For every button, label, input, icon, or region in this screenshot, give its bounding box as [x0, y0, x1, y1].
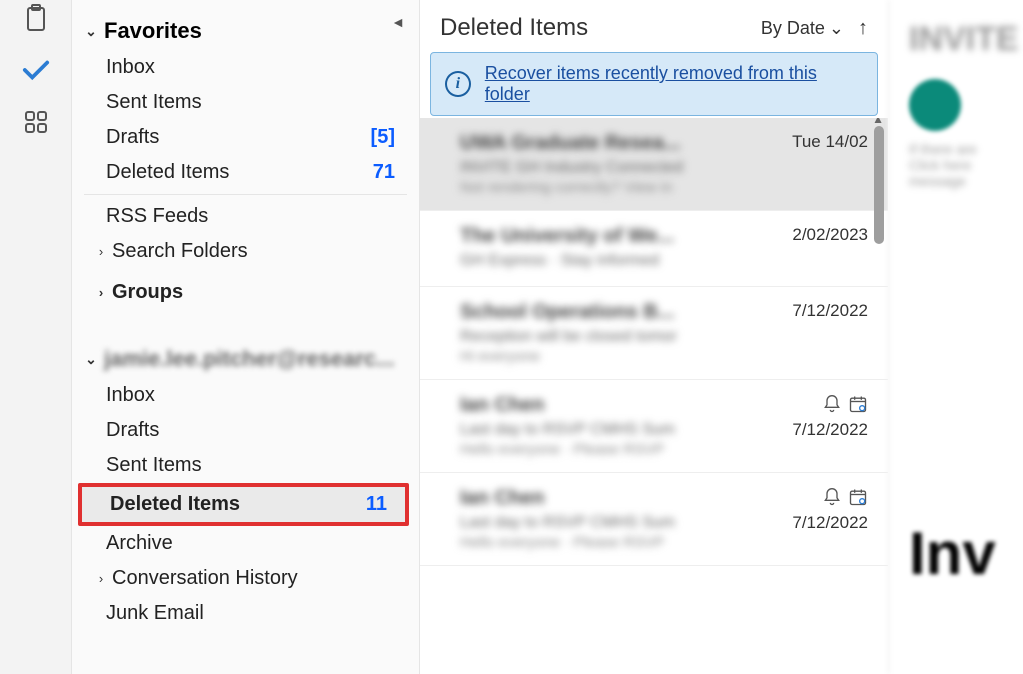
scrollbar-thumb[interactable] [874, 126, 884, 244]
chevron-right-icon: › [94, 285, 108, 300]
message-subject: Reception will be closed tomor [460, 328, 758, 346]
folder-drafts-acct[interactable]: Drafts [72, 413, 419, 448]
sort-direction-icon[interactable]: ↑ [858, 17, 868, 40]
message-subject: Last day to RSVP CMHS Sum [460, 421, 758, 439]
chevron-right-icon: › [94, 571, 108, 586]
tasks-check-icon[interactable] [22, 56, 50, 84]
folder-rss[interactable]: RSS Feeds [72, 199, 419, 234]
sort-by-date[interactable]: By Date ⌄ [761, 18, 844, 39]
account-label: jamie.lee.pitcher@researc... [104, 346, 395, 372]
message-row[interactable]: UWA Graduate Resea... INVITE GH Industry … [420, 118, 888, 211]
message-sender: Ian Chen [460, 394, 758, 417]
reading-title: INVITE G [909, 20, 1023, 59]
message-preview: Hi everyone [460, 348, 758, 365]
message-row[interactable]: The University of We... GH Express · Stay… [420, 211, 888, 287]
message-subject: GH Express · Stay informed [460, 252, 758, 270]
calendar-icon [848, 394, 868, 414]
message-list-pane: Deleted Items By Date ⌄ ↑ i Recover item… [420, 0, 888, 674]
message-preview: Hello everyone · Please RSVP [460, 534, 758, 551]
message-date: 2/02/2023 [792, 225, 868, 245]
collapse-pane-icon[interactable]: ◄ [391, 14, 405, 30]
folder-inbox-acct[interactable]: Inbox [72, 378, 419, 413]
message-subject: INVITE GH Industry Connected [460, 159, 758, 177]
account-section: ⌄ jamie.lee.pitcher@researc... Inbox Dra… [72, 340, 419, 631]
folder-sent-acct[interactable]: Sent Items [72, 448, 419, 483]
apps-grid-icon[interactable] [22, 108, 50, 136]
message-subject: Last day to RSVP CMHS Sum [460, 514, 758, 532]
message-date: Tue 14/02 [792, 132, 868, 152]
favorites-header[interactable]: ⌄ Favorites [72, 12, 419, 50]
folder-sent-items[interactable]: Sent Items [72, 85, 419, 120]
message-scroll[interactable]: ▲ UWA Graduate Resea... INVITE GH Industr… [420, 118, 888, 674]
reading-pane: INVITE G If there areClick heremessage I… [888, 0, 1023, 674]
bell-icon [822, 394, 842, 414]
folder-drafts[interactable]: Drafts [5] [72, 120, 419, 155]
favorites-section: ⌄ Favorites Inbox Sent Items Drafts [5] … [72, 12, 419, 310]
folder-conv-history[interactable]: › Conversation History [72, 561, 419, 596]
message-date: 7/12/2022 [792, 513, 868, 533]
folder-archive[interactable]: Archive [72, 526, 419, 561]
folder-search[interactable]: › Search Folders [72, 234, 419, 269]
folder-inbox[interactable]: Inbox [72, 50, 419, 85]
message-row[interactable]: Ian Chen Last day to RSVP CMHS Sum Hello e… [420, 473, 888, 566]
message-list-header: Deleted Items By Date ⌄ ↑ [420, 0, 888, 52]
favorites-label: Favorites [104, 18, 202, 44]
reading-body-title: Inv [909, 519, 1023, 588]
divider [84, 194, 407, 195]
sort-controls: By Date ⌄ ↑ [761, 17, 868, 40]
chevron-down-icon: ⌄ [84, 23, 98, 40]
folder-junk[interactable]: Junk Email [72, 596, 419, 631]
message-preview: Hello everyone · Please RSVP [460, 441, 758, 458]
avatar [909, 79, 961, 131]
folder-pane: ◄ ⌄ Favorites Inbox Sent Items Drafts [5… [72, 0, 420, 674]
scroll-up-icon[interactable]: ▲ [872, 118, 884, 126]
message-sender: UWA Graduate Resea... [460, 132, 758, 155]
folder-title: Deleted Items [440, 14, 588, 42]
message-sender: Ian Chen [460, 487, 758, 510]
folder-deleted-items-acct[interactable]: Deleted Items 11 [82, 487, 405, 522]
message-preview: Not rendering correctly? View in [460, 179, 758, 196]
message-row[interactable]: Ian Chen Last day to RSVP CMHS Sum Hello e… [420, 380, 888, 473]
message-sender: School Operations B... [460, 301, 758, 324]
chevron-down-icon: ⌄ [84, 351, 98, 368]
message-date: 7/12/2022 [792, 301, 868, 321]
reading-meta: If there areClick heremessage [909, 141, 1023, 189]
recover-banner: i Recover items recently removed from th… [430, 52, 878, 116]
folder-groups[interactable]: › Groups [72, 275, 419, 310]
calendar-icon [848, 487, 868, 507]
app-rail [0, 0, 72, 674]
message-row[interactable]: School Operations B... Reception will be … [420, 287, 888, 380]
message-sender: The University of We... [460, 225, 758, 248]
chevron-down-icon: ⌄ [829, 18, 844, 39]
folder-deleted-items-fav[interactable]: Deleted Items 71 [72, 155, 419, 190]
account-header[interactable]: ⌄ jamie.lee.pitcher@researc... [72, 340, 419, 378]
message-date: 7/12/2022 [792, 420, 868, 440]
clipboard-icon[interactable] [22, 4, 50, 32]
bell-icon [822, 487, 842, 507]
info-icon: i [445, 71, 471, 97]
recover-link[interactable]: Recover items recently removed from this… [485, 63, 863, 105]
chevron-right-icon: › [94, 244, 108, 259]
